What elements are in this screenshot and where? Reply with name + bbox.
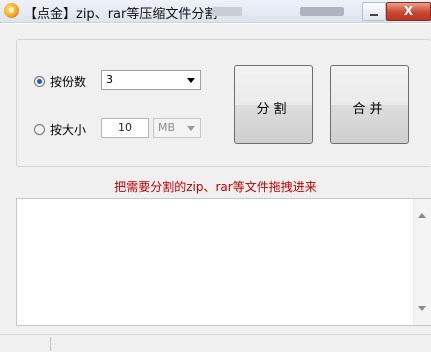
file-drop-area[interactable] <box>16 198 431 326</box>
close-icon: X <box>403 4 414 18</box>
chevron-down-icon <box>187 78 195 83</box>
title-bar[interactable]: 【点金】zip、rar等压缩文件分割 X <box>0 0 431 23</box>
status-divider <box>50 337 51 351</box>
scroll-down-arrow-icon[interactable] <box>418 306 426 311</box>
split-button[interactable]: 分割 <box>234 65 313 144</box>
merge-button-label: 合并 <box>352 102 387 117</box>
app-logo-icon <box>4 3 19 18</box>
chevron-down-icon <box>187 126 195 131</box>
vertical-scrollbar[interactable] <box>413 199 431 325</box>
minimize-button[interactable] <box>362 2 386 21</box>
drag-hint-text: 把需要分割的zip、rar等文件拖拽进来 <box>114 180 317 194</box>
by-size-radio[interactable] <box>34 124 45 135</box>
window-title: 【点金】zip、rar等压缩文件分割 <box>24 7 218 22</box>
count-select-value: 3 <box>106 73 113 86</box>
status-bar <box>0 334 431 352</box>
by-size-label[interactable]: 按大小 <box>50 121 86 138</box>
close-button[interactable]: X <box>386 2 431 21</box>
merge-button[interactable]: 合并 <box>330 65 409 144</box>
size-input[interactable]: 10 <box>101 118 149 138</box>
by-count-label[interactable]: 按份数 <box>50 73 86 90</box>
split-button-label: 分割 <box>256 102 291 117</box>
by-count-radio[interactable] <box>34 76 45 87</box>
scroll-up-arrow-icon[interactable] <box>418 213 426 218</box>
unit-select[interactable]: MB <box>153 118 201 138</box>
obscured-title-fragment <box>212 7 242 16</box>
obscured-title-fragment <box>300 7 344 16</box>
unit-select-value: MB <box>158 121 176 134</box>
split-options-group: 按份数 3 按大小 10 MB 分割 合并 <box>16 39 431 167</box>
count-select[interactable]: 3 <box>101 70 201 90</box>
